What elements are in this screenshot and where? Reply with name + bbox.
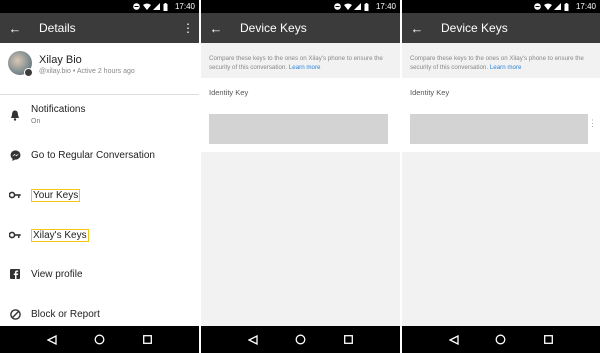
dnd-icon [133,3,140,10]
dnd-icon [534,3,541,10]
android-nav-bar [201,326,400,353]
identity-key-row: ⋮ [402,108,600,152]
divider [0,94,199,95]
device-keys-screen: 17:40 ← Device Keys Compare these keys t… [201,0,400,353]
back-arrow-icon[interactable]: ← [402,21,432,36]
identity-key-placeholder [410,114,588,144]
nav-recents-icon[interactable] [342,334,354,346]
block-icon [9,308,21,320]
nav-back-icon[interactable] [448,334,460,346]
app-bar: ← Device Keys [402,13,600,43]
status-time: 17:40 [575,2,596,11]
nav-home-icon[interactable] [294,334,306,346]
description-text: Compare these keys to the ones on Xilay'… [410,54,594,72]
menu-item-your-keys[interactable]: Your Keys [0,180,199,210]
signal-icon [152,3,160,10]
status-time: 17:40 [375,2,396,11]
menu-item-regular-conversation[interactable]: Go to Regular Conversation [0,140,199,170]
nav-home-icon[interactable] [495,334,507,346]
android-nav-bar [0,326,199,353]
more-options-icon[interactable]: ⋮ [177,21,199,35]
wifi-icon [543,3,552,10]
menu-item-contact-keys[interactable]: Xilay's Keys [0,220,199,250]
identity-key-placeholder [209,114,388,144]
identity-key-row [201,108,400,152]
description-text: Compare these keys to the ones on Xilay'… [209,54,394,72]
profile-subtitle: @xilay.bio • Active 2 hours ago [39,68,135,75]
status-bar: 17:40 [201,0,400,13]
android-nav-bar [402,326,600,353]
active-badge-icon [24,68,33,77]
app-bar: ← Device Keys [201,13,400,43]
messenger-icon [9,149,21,161]
key-icon [9,189,21,201]
nav-back-icon[interactable] [247,334,259,346]
battery-icon [364,3,371,11]
nav-recents-icon[interactable] [542,334,554,346]
details-screen: 17:40 ← Details ⋮ Xilay Bio @xilay.bio •… [0,0,199,353]
identity-key-label: Identity Key [209,88,249,97]
dnd-icon [334,3,341,10]
page-title: Device Keys [240,21,307,35]
nav-recents-icon[interactable] [141,334,153,346]
app-bar: ← Details ⋮ [0,13,199,43]
back-arrow-icon[interactable]: ← [201,21,231,36]
profile-header[interactable]: Xilay Bio @xilay.bio • Active 2 hours ag… [0,48,199,88]
profile-name: Xilay Bio [39,54,82,66]
nav-back-icon[interactable] [46,334,58,346]
battery-icon [564,3,571,11]
learn-more-link[interactable]: Learn more [490,64,522,71]
menu-item-view-profile[interactable]: View profile [0,259,199,289]
nav-home-icon[interactable] [93,334,105,346]
wifi-icon [142,3,151,10]
signal-icon [353,3,361,10]
menu-item-notifications[interactable]: Notifications On [0,100,199,130]
status-time: 17:40 [174,2,195,11]
menu-item-label: Xilay's Keys [31,228,89,242]
bell-icon [9,109,21,121]
status-bar: 17:40 [0,0,199,13]
menu-item-label: Go to Regular Conversation [31,149,155,161]
signal-icon [553,3,561,10]
menu-item-label: Notifications [31,104,86,115]
key-icon [9,229,21,241]
identity-key-label: Identity Key [410,88,450,97]
menu-item-label: Your Keys [31,188,81,202]
device-keys-screen-loaded: 17:40 ← Device Keys Compare these keys t… [402,0,600,353]
menu-item-sub: On [31,118,41,125]
facebook-icon [9,268,21,280]
page-title: Device Keys [441,21,508,35]
learn-more-link[interactable]: Learn more [289,64,321,71]
wifi-icon [343,3,352,10]
status-bar: 17:40 [402,0,600,13]
menu-item-label: View profile [31,268,83,280]
menu-item-block-report[interactable]: Block or Report [0,299,199,329]
back-arrow-icon[interactable]: ← [0,21,30,36]
battery-icon [163,3,170,11]
more-options-icon[interactable]: ⋮ [588,119,597,128]
page-title: Details [39,21,76,35]
menu-item-label: Block or Report [31,308,100,320]
